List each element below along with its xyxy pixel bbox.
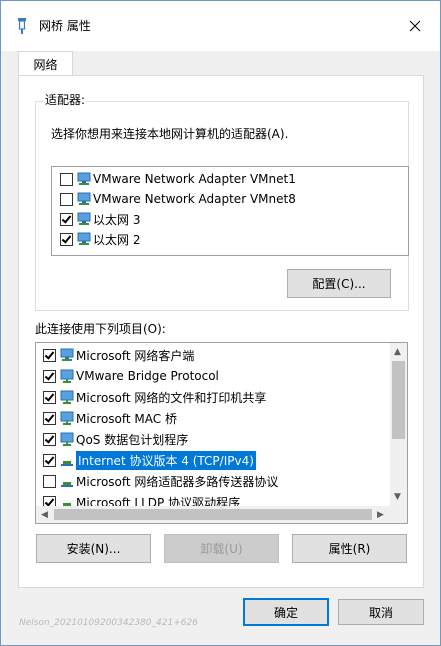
network-adapter-icon xyxy=(77,192,91,205)
component-label: Microsoft 网络适配器多路传送器协议 xyxy=(76,474,279,489)
ok-button[interactable]: 确定 xyxy=(243,598,329,626)
network-service-icon xyxy=(60,411,74,425)
scroll-up-icon[interactable]: ▲ xyxy=(394,347,401,357)
list-item[interactable]: Microsoft 网络客户端 xyxy=(43,345,194,365)
properties-button[interactable]: 属性(R) xyxy=(292,534,407,563)
network-adapter-icon xyxy=(77,232,91,245)
vertical-scroll-thumb[interactable] xyxy=(392,361,405,439)
list-item-selected[interactable]: Internet 协议版本 4 (TCP/IPv4) xyxy=(43,450,256,470)
adapter-label: 以太网 2 xyxy=(93,232,141,247)
component-checkbox[interactable] xyxy=(43,411,56,425)
adapter-checkbox[interactable] xyxy=(60,212,73,226)
scroll-down-icon[interactable]: ▼ xyxy=(394,492,401,502)
list-item[interactable]: VMware Bridge Protocol xyxy=(43,366,219,386)
network-service-icon xyxy=(60,432,74,446)
component-label: Internet 协议版本 4 (TCP/IPv4) xyxy=(76,450,256,470)
list-item[interactable]: 以太网 3 xyxy=(60,209,140,229)
component-checkbox[interactable] xyxy=(43,369,56,383)
close-button[interactable] xyxy=(405,16,425,36)
watermark-text: Nelson_20210109200342380_421+626 xyxy=(19,618,198,628)
component-checkbox[interactable] xyxy=(43,474,56,488)
adapter-label: VMware Network Adapter VMnet8 xyxy=(93,192,296,206)
scroll-right-icon[interactable]: ▶ xyxy=(377,510,384,520)
network-adapter-icon xyxy=(77,172,91,185)
window-title: 网桥 属性 xyxy=(39,19,91,33)
network-service-icon xyxy=(60,390,74,404)
component-label: VMware Bridge Protocol xyxy=(76,369,219,383)
uninstall-button[interactable]: 卸载(U) xyxy=(164,534,279,563)
close-icon xyxy=(409,20,421,32)
component-label: Microsoft 网络客户端 xyxy=(76,348,195,363)
adapters-legend: 适配器: xyxy=(43,93,88,107)
install-button[interactable]: 安装(N)... xyxy=(36,534,151,563)
list-item[interactable]: VMware Network Adapter VMnet1 xyxy=(60,169,296,189)
adapter-list[interactable]: VMware Network Adapter VMnet1 VMware Net… xyxy=(51,166,409,256)
list-item[interactable]: QoS 数据包计划程序 xyxy=(43,429,188,449)
component-checkbox[interactable] xyxy=(43,453,56,467)
horizontal-scroll-thumb[interactable] xyxy=(54,509,372,520)
components-list[interactable]: Microsoft 网络客户端 VMware Bridge Protocol M… xyxy=(35,342,408,524)
network-tab-panel: 适配器: 选择你想用来连接本地网计算机的适配器(A). VMware Netwo… xyxy=(18,75,424,588)
protocol-icon xyxy=(61,461,73,466)
tab-network[interactable]: 网络 xyxy=(18,51,73,77)
properties-dialog: 网桥 属性 网络 适配器: 选择你想用来连接本地网计算机的适配器(A). VMw… xyxy=(0,0,441,646)
component-label: QoS 数据包计划程序 xyxy=(76,432,189,447)
list-item[interactable]: Microsoft 网络适配器多路传送器协议 xyxy=(43,471,278,491)
network-service-icon xyxy=(60,369,74,383)
list-item[interactable]: Microsoft MAC 桥 xyxy=(43,408,177,428)
component-label: Microsoft MAC 桥 xyxy=(76,411,177,426)
component-checkbox[interactable] xyxy=(43,390,56,404)
network-adapter-icon xyxy=(77,212,91,225)
adapter-checkbox[interactable] xyxy=(60,172,73,186)
adapter-label: VMware Network Adapter VMnet1 xyxy=(93,172,296,186)
scroll-left-icon[interactable]: ◀ xyxy=(41,510,48,520)
adapter-label: 以太网 3 xyxy=(93,212,141,227)
list-item[interactable]: 以太网 2 xyxy=(60,229,140,249)
configure-button[interactable]: 配置(C)... xyxy=(287,269,391,298)
network-bridge-icon xyxy=(18,18,26,34)
list-item[interactable]: VMware Network Adapter VMnet8 xyxy=(60,189,296,209)
list-item[interactable]: Microsoft 网络的文件和打印机共享 xyxy=(43,387,266,407)
scrollbar-corner xyxy=(390,506,407,523)
component-checkbox[interactable] xyxy=(43,432,56,446)
protocol-icon xyxy=(61,482,73,487)
cancel-button[interactable]: 取消 xyxy=(338,599,424,625)
title-bar[interactable]: 网桥 属性 xyxy=(1,1,440,51)
adapter-checkbox[interactable] xyxy=(60,192,73,206)
horizontal-scrollbar[interactable]: ◀ ▶ xyxy=(36,506,390,523)
network-client-icon xyxy=(60,348,74,361)
adapters-prompt: 选择你想用来连接本地网计算机的适配器(A). xyxy=(51,127,289,141)
component-checkbox[interactable] xyxy=(43,348,56,362)
components-label: 此连接使用下列项目(O): xyxy=(35,322,166,336)
component-label: Microsoft 网络的文件和打印机共享 xyxy=(76,390,267,405)
vertical-scrollbar[interactable]: ▲ ▼ xyxy=(390,343,407,506)
adapter-checkbox[interactable] xyxy=(60,232,73,246)
